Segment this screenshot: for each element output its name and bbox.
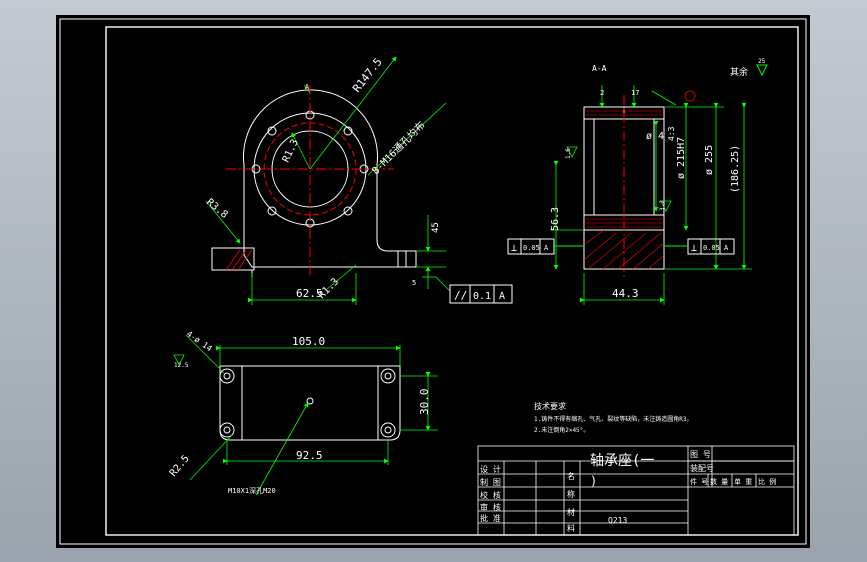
part-name: 轴承座(一 [590,453,654,469]
rough-a: 1.6 [565,148,572,159]
r-corner-label: R2.5 [168,453,192,479]
left-foot [211,247,255,271]
dim-top-right: 17 [631,89,639,97]
parallel-symbol: // [454,289,467,302]
col-ratio: 比 例 [758,477,776,486]
label-material: 材 [567,507,575,517]
dim-d255: ø 255 [704,145,715,175]
label-material2: 料 [567,523,575,533]
dim-top-left: 2 [600,89,604,97]
parallel-ref: A [499,291,505,302]
row-draw: 制 图 [480,477,501,487]
top-view [211,85,417,277]
label-name: 名 [567,471,575,481]
dim-56: 56.3 [550,207,561,231]
part-name-tail: ) [590,474,597,488]
perp-tolerance-left: ⊥ 0.05 A [507,238,584,255]
dim-45: 45 [431,222,441,233]
col-qty: 数 量 [710,477,728,486]
row-design: 设 计 [480,464,501,474]
r-outer-label: R147.5 [350,56,385,95]
material-value: Q213 [608,516,627,525]
dim-44: 44.3 [612,287,639,300]
perp-tolerance-right: ⊥ 0.05 A [664,238,735,255]
perp-left-tol: 0.05 [523,244,540,252]
perp-right-symbol: ⊥ [691,243,697,254]
holes-note: 8-M16通孔均布 [370,119,428,177]
dim-d4: ø 4 [646,131,664,142]
r-fillet-label: R3.8 [204,197,230,221]
row-approve: 批 准 [480,513,501,523]
section-title: A-A [592,64,607,73]
tech-notes-line2: 2.未注倒角2×45°。 [534,426,589,434]
tech-notes-line1: 1.铸件不得有缩孔、气孔、裂纹等缺陷，未注铸造圆角R3。 [534,415,692,423]
roughness-other: 其余 [730,66,748,78]
dim-186: (186.25) [730,145,741,193]
foot-hatch [225,249,253,271]
label-assembly-no: 装配号 [690,463,714,473]
tech-notes-heading: 技术要求 [534,401,566,411]
label-name2: 称 [567,489,575,499]
perp-left-ref: A [544,244,549,252]
dim-d215: ø 215H7 [676,137,687,179]
bottom-view-dims [173,334,438,496]
bottom-holes-note: 4-ø 14 [185,329,214,353]
perp-left-symbol: ⊥ [511,243,517,254]
col-count: 件 号 [690,477,708,486]
right-foot [397,250,417,268]
cad-window: A R147.5 R1.3 8-M16通孔均布 R3.8 62.5 R1.3 4… [0,0,867,562]
label-drawing-no: 图 号 [690,450,711,459]
bottom-rough-value: 12.5 [174,362,189,369]
roughness-symbol-other [756,64,768,77]
section-dims [550,85,752,305]
dim-5: 5 [412,279,416,287]
dim-30: 30.0 [418,389,431,416]
rough-b: 3.2 [659,200,666,211]
drawing-canvas[interactable]: A R147.5 R1.3 8-M16通孔均布 R3.8 62.5 R1.3 4… [56,15,810,548]
bottom-view [219,365,401,441]
row-check: 校 核 [480,490,501,500]
drawing-svg: A R147.5 R1.3 8-M16通孔均布 R3.8 62.5 R1.3 4… [59,18,807,545]
angle-label: 4:3 [667,126,676,141]
dim-92: 92.5 [296,449,323,462]
thread-note: M10X1深孔M20 [228,486,276,495]
parallel-tolerance-frame: // 0.1 A [449,284,513,304]
dim-105: 105.0 [292,335,325,348]
perp-right-tol: 0.05 [703,244,720,252]
parallel-tol: 0.1 [473,291,491,302]
col-weight: 单 重 [734,477,752,486]
perp-right-ref: A [724,244,729,252]
top-view-dims [205,56,451,305]
roughness-other-value: 25 [758,58,766,65]
row-review: 审 核 [480,502,501,512]
